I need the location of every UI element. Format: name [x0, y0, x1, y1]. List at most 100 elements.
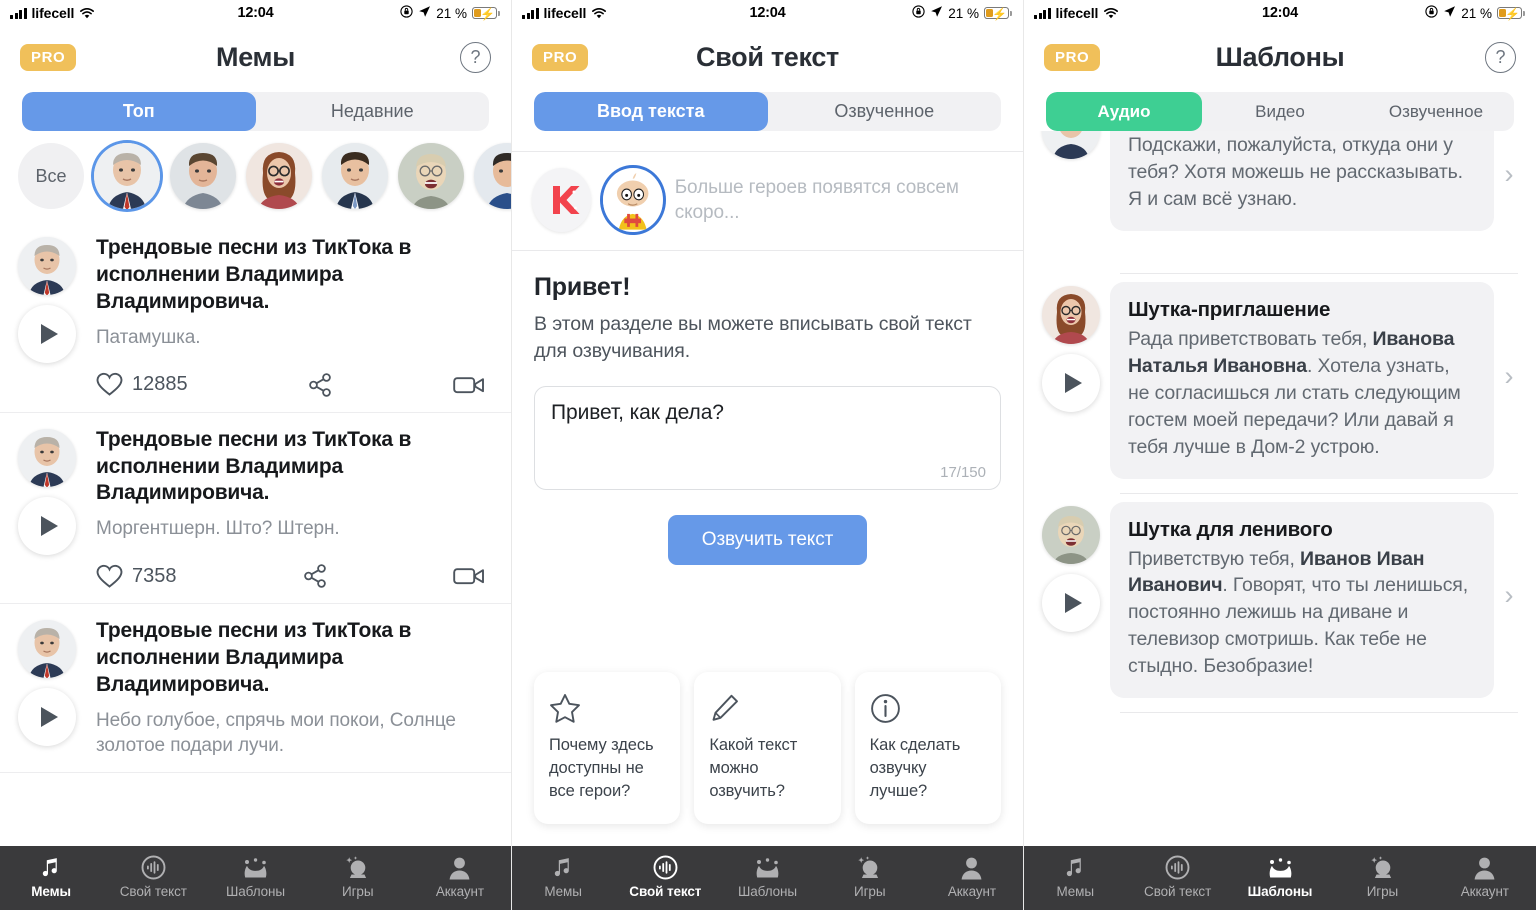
pro-badge[interactable]: PRO: [532, 43, 589, 71]
chevron-right-icon[interactable]: ›: [1494, 361, 1524, 392]
jester-hat-icon: [242, 854, 269, 880]
avatar-putin[interactable]: [94, 143, 160, 209]
three-phone-screenshots: lifecell 12:04 21 % ⚡ PRO Мемы ? Топ Нед…: [0, 0, 1536, 910]
play-button[interactable]: [18, 305, 76, 363]
battery-charging-icon: ⚡: [984, 7, 1012, 21]
play-button[interactable]: [1042, 354, 1100, 412]
help-icon[interactable]: ?: [460, 41, 491, 73]
tab-templates[interactable]: Шаблоны: [716, 854, 818, 899]
video-camera-icon[interactable]: [453, 374, 485, 396]
template-list[interactable]: несколько миллиардов долларов. Подскажи,…: [1024, 131, 1536, 846]
avatar-sobchak[interactable]: [246, 143, 312, 209]
tab-label: Мемы: [544, 884, 582, 899]
text-before: Рада приветствовать тебя,: [1128, 328, 1373, 350]
tab-video[interactable]: Видео: [1202, 92, 1358, 131]
segmented-control-wrap-1: Топ Недавние: [0, 88, 511, 131]
avatar-partial-hero[interactable]: [474, 143, 511, 209]
star-icon: [549, 688, 665, 728]
battery-charging-icon: ⚡: [472, 7, 500, 21]
char-counter: 17/150: [940, 464, 986, 482]
segmented-control-own-text: Ввод текста Озвученное: [534, 92, 1001, 131]
template-left-col: [1042, 131, 1110, 159]
tab-top[interactable]: Топ: [22, 92, 256, 131]
tab-own-text[interactable]: Свой текст: [102, 854, 204, 899]
status-bar-3: lifecell 12:04 21 % ⚡: [1024, 0, 1536, 26]
play-button[interactable]: [18, 688, 76, 747]
like-button[interactable]: 7358: [96, 564, 177, 589]
chevron-right-icon[interactable]: ›: [1494, 580, 1524, 611]
meme-title: Трендовые песни из ТикТока в исполнении …: [96, 236, 412, 313]
tab-memes[interactable]: Мемы: [0, 854, 102, 899]
tab-text-input[interactable]: Ввод текста: [534, 92, 768, 131]
template-bubble: Шутка для ленивого Приветствую тебя, Ива…: [1110, 501, 1494, 699]
template-item[interactable]: Шутка-приглашение Рада приветствовать те…: [1024, 274, 1536, 479]
character-picker[interactable]: Больше героев появятся совсем скоро...: [512, 152, 1023, 251]
speak-text-button[interactable]: Озвучить текст: [667, 515, 868, 566]
faq-card[interactable]: Какой текст можно озвучить?: [694, 672, 841, 824]
tab-templates[interactable]: Шаблоны: [1229, 854, 1331, 899]
tab-recent[interactable]: Недавние: [256, 92, 490, 131]
tab-voiced[interactable]: Озвученное: [1358, 92, 1514, 131]
avatar-stewie[interactable]: [603, 168, 663, 232]
template-left-col: [1042, 494, 1110, 632]
tab-games[interactable]: Игры: [1331, 854, 1433, 899]
music-note-icon: [39, 854, 63, 880]
avatar-k-logo[interactable]: [532, 168, 592, 232]
battery-charging-icon: ⚡: [1497, 7, 1525, 21]
template-avatar: [1042, 286, 1100, 344]
filter-all-button[interactable]: Все: [18, 143, 84, 209]
play-triangle-icon: [40, 707, 58, 728]
play-button[interactable]: [1042, 573, 1100, 632]
avatar-medvedev[interactable]: [170, 143, 236, 209]
meme-item[interactable]: Трендовые песни из ТикТока в исполнении …: [0, 221, 511, 413]
meme-item[interactable]: Трендовые песни из ТикТока в исполнении …: [0, 413, 511, 605]
tab-games[interactable]: Игры: [819, 854, 921, 899]
crystal-ball-icon: [857, 854, 882, 880]
tab-own-text[interactable]: Свой текст: [1126, 854, 1228, 899]
pro-badge[interactable]: PRO: [1044, 43, 1101, 71]
tab-templates[interactable]: Шаблоны: [204, 854, 306, 899]
tab-account[interactable]: Аккаунт: [921, 854, 1023, 899]
template-text: Рада приветствовать тебя, Иванова Наталь…: [1128, 326, 1476, 461]
template-item[interactable]: Шутка для ленивого Приветствую тебя, Ива…: [1024, 494, 1536, 699]
pro-badge[interactable]: PRO: [20, 43, 77, 71]
pencil-icon: [709, 688, 825, 728]
status-bar-1: lifecell 12:04 21 % ⚡: [0, 0, 511, 26]
tab-games[interactable]: Игры: [307, 854, 409, 899]
like-button[interactable]: 12885: [96, 372, 188, 397]
status-bar-2: lifecell 12:04 21 % ⚡: [512, 0, 1023, 26]
tab-bar-1[interactable]: Мемы Свой текст Шаблоны Игры Аккаунт: [0, 846, 511, 910]
tab-label: Свой текст: [119, 884, 187, 899]
avatar-businessman[interactable]: [322, 143, 388, 209]
text-input-field[interactable]: Привет, как дела? 17/150: [534, 386, 1001, 491]
play-button[interactable]: [18, 496, 76, 555]
video-camera-icon[interactable]: [453, 565, 485, 587]
faq-card[interactable]: Почему здесь доступны не все герои?: [534, 672, 681, 824]
waveform-circle-icon: [1165, 854, 1190, 880]
tab-label: Мемы: [1056, 884, 1094, 899]
meme-list[interactable]: Трендовые песни из ТикТока в исполнении …: [0, 221, 511, 846]
template-left-col: [1042, 274, 1110, 412]
help-icon[interactable]: ?: [1485, 41, 1516, 73]
tab-account[interactable]: Аккаунт: [1434, 854, 1536, 899]
meme-item[interactable]: Трендовые песни из ТикТока в исполнении …: [0, 604, 511, 774]
tab-account[interactable]: Аккаунт: [409, 854, 511, 899]
character-filter-strip[interactable]: Все: [0, 131, 511, 221]
tab-bar-2[interactable]: Мемы Свой текст Шаблоны Игры Аккаунт: [512, 846, 1023, 910]
share-icon[interactable]: [307, 372, 333, 398]
tab-own-text[interactable]: Свой текст: [614, 854, 716, 899]
share-icon[interactable]: [302, 563, 328, 589]
faq-cards: Почему здесь доступны не все герои? Како…: [512, 672, 1023, 846]
chevron-right-icon[interactable]: ›: [1494, 159, 1524, 190]
meme-left-col: [18, 618, 88, 772]
page-title: Шаблоны: [1215, 41, 1345, 72]
faq-card[interactable]: Как сделать озвучку лучше?: [854, 672, 1001, 824]
tab-memes[interactable]: Мемы: [1024, 854, 1126, 899]
template-item[interactable]: несколько миллиардов долларов. Подскажи,…: [1024, 131, 1536, 259]
tab-voiced[interactable]: Озвученное: [768, 92, 1002, 131]
avatar-zhirinovsky[interactable]: [398, 143, 464, 209]
tab-bar-3[interactable]: Мемы Свой текст Шаблоны Игры Аккаунт: [1024, 846, 1536, 910]
tab-memes[interactable]: Мемы: [512, 854, 614, 899]
tab-audio[interactable]: Аудио: [1046, 92, 1202, 131]
meme-avatar: [18, 620, 76, 679]
